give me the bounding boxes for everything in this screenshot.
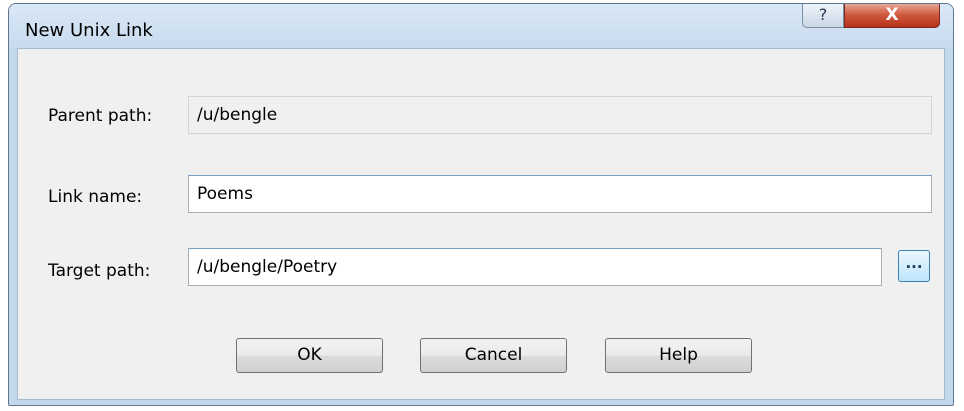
help-icon[interactable]: ? — [802, 4, 844, 28]
ellipsis-icon: ... — [905, 254, 923, 272]
help-button[interactable]: Help — [605, 338, 752, 373]
browse-button[interactable]: ... — [898, 250, 930, 282]
close-icon[interactable]: X — [844, 4, 940, 28]
ok-button[interactable]: OK — [236, 338, 383, 373]
dialog-window: New Unix Link ? X Parent path: /u/bengle… — [8, 3, 954, 406]
title-bar[interactable]: New Unix Link ? X — [9, 4, 953, 48]
link-name-input[interactable] — [188, 175, 932, 213]
link-name-label: Link name: — [48, 187, 143, 207]
parent-path-field: /u/bengle — [188, 96, 932, 134]
parent-path-label: Parent path: — [48, 106, 153, 126]
cancel-button[interactable]: Cancel — [420, 338, 567, 373]
target-path-label: Target path: — [48, 261, 151, 281]
target-path-input[interactable] — [188, 248, 882, 286]
dialog-body: Parent path: /u/bengle Link name: Target… — [17, 48, 945, 400]
dialog-title: New Unix Link — [25, 20, 153, 41]
